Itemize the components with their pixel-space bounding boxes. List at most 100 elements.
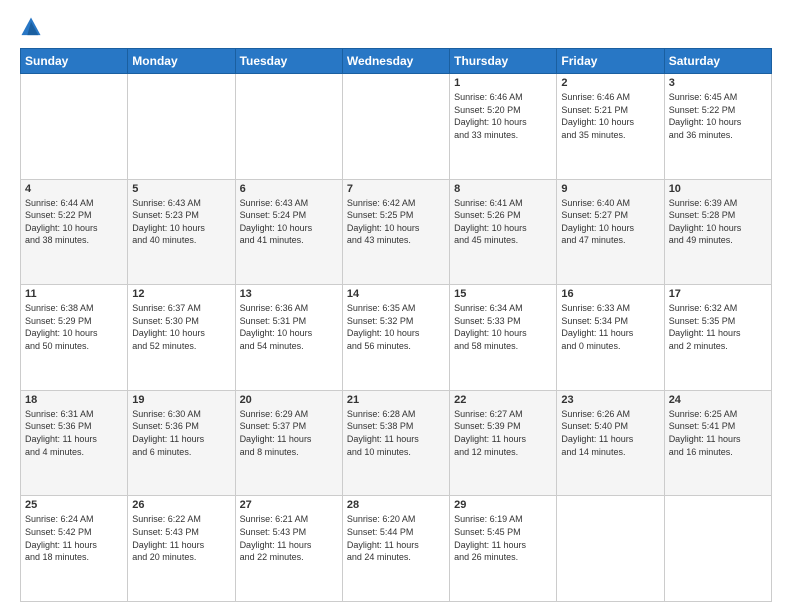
- calendar-cell: [21, 74, 128, 180]
- week-row-3: 18 Sunrise: 6:31 AM Sunset: 5:36 PM Dayli…: [21, 390, 772, 496]
- day-info: Sunrise: 6:21 AM Sunset: 5:43 PM Dayligh…: [240, 513, 338, 563]
- calendar-cell: 23 Sunrise: 6:26 AM Sunset: 5:40 PM Dayli…: [557, 390, 664, 496]
- day-info: Sunrise: 6:40 AM Sunset: 5:27 PM Dayligh…: [561, 197, 659, 247]
- calendar-cell: [128, 74, 235, 180]
- day-number: 21: [347, 394, 445, 406]
- calendar-cell: 2Sunrise: 6:46 AM Sunset: 5:21 PM Daylig…: [557, 74, 664, 180]
- day-number: 24: [669, 394, 767, 406]
- day-number: 14: [347, 288, 445, 300]
- day-info: Sunrise: 6:25 AM Sunset: 5:41 PM Dayligh…: [669, 408, 767, 458]
- day-info: Sunrise: 6:20 AM Sunset: 5:44 PM Dayligh…: [347, 513, 445, 563]
- day-info: Sunrise: 6:43 AM Sunset: 5:23 PM Dayligh…: [132, 197, 230, 247]
- day-info: Sunrise: 6:41 AM Sunset: 5:26 PM Dayligh…: [454, 197, 552, 247]
- day-info: Sunrise: 6:26 AM Sunset: 5:40 PM Dayligh…: [561, 408, 659, 458]
- day-info: Sunrise: 6:37 AM Sunset: 5:30 PM Dayligh…: [132, 302, 230, 352]
- day-number: 2: [561, 77, 659, 89]
- page: SundayMondayTuesdayWednesdayThursdayFrid…: [0, 0, 792, 612]
- day-number: 5: [132, 183, 230, 195]
- calendar-cell: 3 Sunrise: 6:45 AM Sunset: 5:22 PM Daylig…: [664, 74, 771, 180]
- day-number: 26: [132, 499, 230, 511]
- weekday-header-thursday: Thursday: [450, 49, 557, 74]
- day-number: 16: [561, 288, 659, 300]
- day-info: Sunrise: 6:24 AM Sunset: 5:42 PM Dayligh…: [25, 513, 123, 563]
- calendar-cell: 24 Sunrise: 6:25 AM Sunset: 5:41 PM Dayli…: [664, 390, 771, 496]
- calendar-cell: 16 Sunrise: 6:33 AM Sunset: 5:34 PM Dayli…: [557, 285, 664, 391]
- day-info: Sunrise: 6:29 AM Sunset: 5:37 PM Dayligh…: [240, 408, 338, 458]
- weekday-header-monday: Monday: [128, 49, 235, 74]
- calendar-cell: 15Sunrise: 6:34 AM Sunset: 5:33 PM Dayli…: [450, 285, 557, 391]
- day-info: Sunrise: 6:38 AM Sunset: 5:29 PM Dayligh…: [25, 302, 123, 352]
- day-number: 12: [132, 288, 230, 300]
- weekday-header-sunday: Sunday: [21, 49, 128, 74]
- week-row-1: 4 Sunrise: 6:44 AM Sunset: 5:22 PM Daylig…: [21, 179, 772, 285]
- calendar-cell: [557, 496, 664, 602]
- calendar-table: SundayMondayTuesdayWednesdayThursdayFrid…: [20, 48, 772, 602]
- week-row-4: 25 Sunrise: 6:24 AM Sunset: 5:42 PM Dayli…: [21, 496, 772, 602]
- calendar-cell: [342, 74, 449, 180]
- logo-icon: [20, 16, 42, 38]
- weekday-header-row: SundayMondayTuesdayWednesdayThursdayFrid…: [21, 49, 772, 74]
- calendar-cell: 13 Sunrise: 6:36 AM Sunset: 5:31 PM Dayli…: [235, 285, 342, 391]
- calendar-cell: [664, 496, 771, 602]
- calendar-cell: 12 Sunrise: 6:37 AM Sunset: 5:30 PM Dayli…: [128, 285, 235, 391]
- day-number: 13: [240, 288, 338, 300]
- day-info: Sunrise: 6:31 AM Sunset: 5:36 PM Dayligh…: [25, 408, 123, 458]
- calendar-cell: 21 Sunrise: 6:28 AM Sunset: 5:38 PM Dayli…: [342, 390, 449, 496]
- calendar-cell: 29Sunrise: 6:19 AM Sunset: 5:45 PM Dayli…: [450, 496, 557, 602]
- calendar-cell: 25 Sunrise: 6:24 AM Sunset: 5:42 PM Dayli…: [21, 496, 128, 602]
- day-info: Sunrise: 6:22 AM Sunset: 5:43 PM Dayligh…: [132, 513, 230, 563]
- day-info: Sunrise: 6:46 AM Sunset: 5:20 PM Dayligh…: [454, 91, 552, 141]
- logo: [20, 16, 46, 38]
- day-number: 22: [454, 394, 552, 406]
- calendar-cell: 11 Sunrise: 6:38 AM Sunset: 5:29 PM Dayli…: [21, 285, 128, 391]
- calendar-cell: 7Sunrise: 6:42 AM Sunset: 5:25 PM Daylig…: [342, 179, 449, 285]
- calendar-cell: 14 Sunrise: 6:35 AM Sunset: 5:32 PM Dayli…: [342, 285, 449, 391]
- calendar-cell: 6 Sunrise: 6:43 AM Sunset: 5:24 PM Daylig…: [235, 179, 342, 285]
- day-number: 27: [240, 499, 338, 511]
- calendar-cell: [235, 74, 342, 180]
- day-info: Sunrise: 6:35 AM Sunset: 5:32 PM Dayligh…: [347, 302, 445, 352]
- calendar-cell: 22Sunrise: 6:27 AM Sunset: 5:39 PM Dayli…: [450, 390, 557, 496]
- calendar-cell: 4 Sunrise: 6:44 AM Sunset: 5:22 PM Daylig…: [21, 179, 128, 285]
- calendar-cell: 28 Sunrise: 6:20 AM Sunset: 5:44 PM Dayli…: [342, 496, 449, 602]
- day-info: Sunrise: 6:30 AM Sunset: 5:36 PM Dayligh…: [132, 408, 230, 458]
- day-info: Sunrise: 6:39 AM Sunset: 5:28 PM Dayligh…: [669, 197, 767, 247]
- day-number: 6: [240, 183, 338, 195]
- weekday-header-friday: Friday: [557, 49, 664, 74]
- day-info: Sunrise: 6:33 AM Sunset: 5:34 PM Dayligh…: [561, 302, 659, 352]
- calendar-cell: 18 Sunrise: 6:31 AM Sunset: 5:36 PM Dayli…: [21, 390, 128, 496]
- calendar-cell: 17Sunrise: 6:32 AM Sunset: 5:35 PM Dayli…: [664, 285, 771, 391]
- day-number: 15: [454, 288, 552, 300]
- day-number: 3: [669, 77, 767, 89]
- calendar-cell: 8 Sunrise: 6:41 AM Sunset: 5:26 PM Daylig…: [450, 179, 557, 285]
- calendar-cell: 26 Sunrise: 6:22 AM Sunset: 5:43 PM Dayli…: [128, 496, 235, 602]
- calendar-cell: 27 Sunrise: 6:21 AM Sunset: 5:43 PM Dayli…: [235, 496, 342, 602]
- day-number: 23: [561, 394, 659, 406]
- day-number: 11: [25, 288, 123, 300]
- week-row-2: 11 Sunrise: 6:38 AM Sunset: 5:29 PM Dayli…: [21, 285, 772, 391]
- day-info: Sunrise: 6:28 AM Sunset: 5:38 PM Dayligh…: [347, 408, 445, 458]
- header: [20, 16, 772, 38]
- day-number: 9: [561, 183, 659, 195]
- day-number: 28: [347, 499, 445, 511]
- day-number: 20: [240, 394, 338, 406]
- day-number: 29: [454, 499, 552, 511]
- day-number: 1: [454, 77, 552, 89]
- day-number: 8: [454, 183, 552, 195]
- weekday-header-wednesday: Wednesday: [342, 49, 449, 74]
- calendar-cell: 20 Sunrise: 6:29 AM Sunset: 5:37 PM Dayli…: [235, 390, 342, 496]
- day-info: Sunrise: 6:45 AM Sunset: 5:22 PM Dayligh…: [669, 91, 767, 141]
- day-number: 17: [669, 288, 767, 300]
- calendar-cell: 10Sunrise: 6:39 AM Sunset: 5:28 PM Dayli…: [664, 179, 771, 285]
- day-number: 25: [25, 499, 123, 511]
- day-info: Sunrise: 6:43 AM Sunset: 5:24 PM Dayligh…: [240, 197, 338, 247]
- day-number: 7: [347, 183, 445, 195]
- weekday-header-saturday: Saturday: [664, 49, 771, 74]
- calendar-cell: 5 Sunrise: 6:43 AM Sunset: 5:23 PM Daylig…: [128, 179, 235, 285]
- day-info: Sunrise: 6:44 AM Sunset: 5:22 PM Dayligh…: [25, 197, 123, 247]
- week-row-0: 1 Sunrise: 6:46 AM Sunset: 5:20 PM Daylig…: [21, 74, 772, 180]
- day-number: 4: [25, 183, 123, 195]
- calendar-cell: 19Sunrise: 6:30 AM Sunset: 5:36 PM Dayli…: [128, 390, 235, 496]
- day-number: 18: [25, 394, 123, 406]
- day-info: Sunrise: 6:36 AM Sunset: 5:31 PM Dayligh…: [240, 302, 338, 352]
